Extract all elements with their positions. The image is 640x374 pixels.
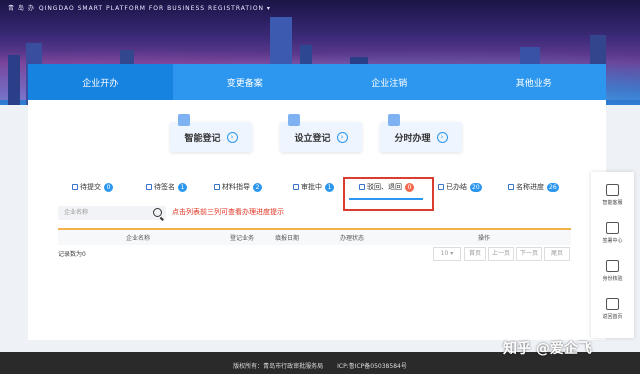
tab-completed[interactable]: 已办结 20 — [438, 182, 482, 192]
sign-document-icon — [606, 222, 619, 234]
list-icon — [72, 184, 78, 190]
setup-register-card[interactable]: 设立登记 › — [280, 114, 362, 152]
footer-icp: ICP:鲁ICP备05038584号 — [337, 363, 407, 370]
status-tabs: 待提交 0 待签名 1 材料指导 2 审批中 1 驳回、退回 0 已办结 20 名称进度 26 — [28, 182, 606, 196]
folder-icon — [438, 184, 444, 190]
prev-page-button[interactable]: 上一页 — [488, 247, 514, 261]
content-panel: 智能登记 › 设立登记 › 分时办理 › — [28, 100, 606, 340]
document-icon — [178, 114, 190, 126]
col-action: 操作 — [478, 235, 491, 242]
record-count: 记录数为0 — [58, 251, 86, 258]
arrow-right-icon: › — [436, 131, 448, 143]
home-icon — [606, 298, 619, 310]
document-icon — [288, 114, 300, 126]
tab-pending-sign[interactable]: 待签名 1 — [146, 182, 187, 192]
tab-in-review[interactable]: 审批中 1 — [293, 182, 334, 192]
sidebar-item-home[interactable]: 返回首页 — [591, 298, 634, 320]
search-input[interactable]: 企业名称 — [58, 206, 166, 220]
document-icon — [388, 114, 400, 126]
search-icon[interactable] — [153, 208, 162, 217]
edit-icon — [146, 184, 152, 190]
right-sidebar: 智能客服 签署中心 身份核验 返回首页 — [591, 172, 634, 338]
smart-register-card[interactable]: 智能登记 › — [170, 114, 252, 152]
footer-rights: 版权所有：青岛市行政审批服务局 — [233, 363, 324, 370]
arrow-right-icon: › — [336, 131, 348, 143]
edit-icon — [508, 184, 514, 190]
nav-item-other[interactable]: 其他业务 — [462, 64, 607, 100]
main-nav: 企业开办 变更备案 企业注销 其他业务 — [28, 64, 607, 106]
page-size-select[interactable]: 10 ▾ — [433, 247, 461, 261]
table-header: 企业名称 登记业务 填报日期 办理状态 操作 — [58, 228, 571, 245]
col-date: 填报日期 — [275, 235, 300, 242]
sidebar-item-sign[interactable]: 签署中心 — [591, 222, 634, 244]
tab-material-guide[interactable]: 材料指导 2 — [214, 182, 262, 192]
nav-item-change-filing[interactable]: 变更备案 — [173, 64, 318, 100]
col-status: 办理状态 — [340, 235, 365, 242]
id-card-icon — [606, 260, 619, 272]
edit-icon — [293, 184, 299, 190]
nav-item-company-setup[interactable]: 企业开办 — [28, 64, 173, 106]
col-company: 企业名称 — [126, 235, 151, 242]
brand-title: 青 岛 办 QINGDAO SMART PLATFORM FOR BUSINESS… — [8, 5, 271, 12]
last-page-button[interactable]: 尾页 — [544, 247, 570, 261]
nav-item-deregistration[interactable]: 企业注销 — [317, 64, 462, 100]
first-page-button[interactable]: 首页 — [464, 247, 486, 261]
sidebar-item-identity[interactable]: 身份核验 — [591, 260, 634, 282]
col-business: 登记业务 — [230, 235, 255, 242]
robot-icon — [606, 184, 619, 196]
hint-text: 点击列表前三列可查看办理进度提示 — [172, 208, 284, 216]
tab-pending-submit[interactable]: 待提交 0 — [72, 182, 113, 192]
arrow-right-icon: › — [226, 131, 238, 143]
highlight-box — [343, 177, 434, 211]
tab-name-progress[interactable]: 名称进度 26 — [508, 182, 559, 192]
sidebar-item-service[interactable]: 智能客服 — [591, 184, 634, 206]
edit-icon — [214, 184, 220, 190]
timeshare-card[interactable]: 分时办理 › — [380, 114, 462, 152]
next-page-button[interactable]: 下一页 — [516, 247, 542, 261]
watermark: 知乎 @爱企飞 — [503, 341, 592, 357]
